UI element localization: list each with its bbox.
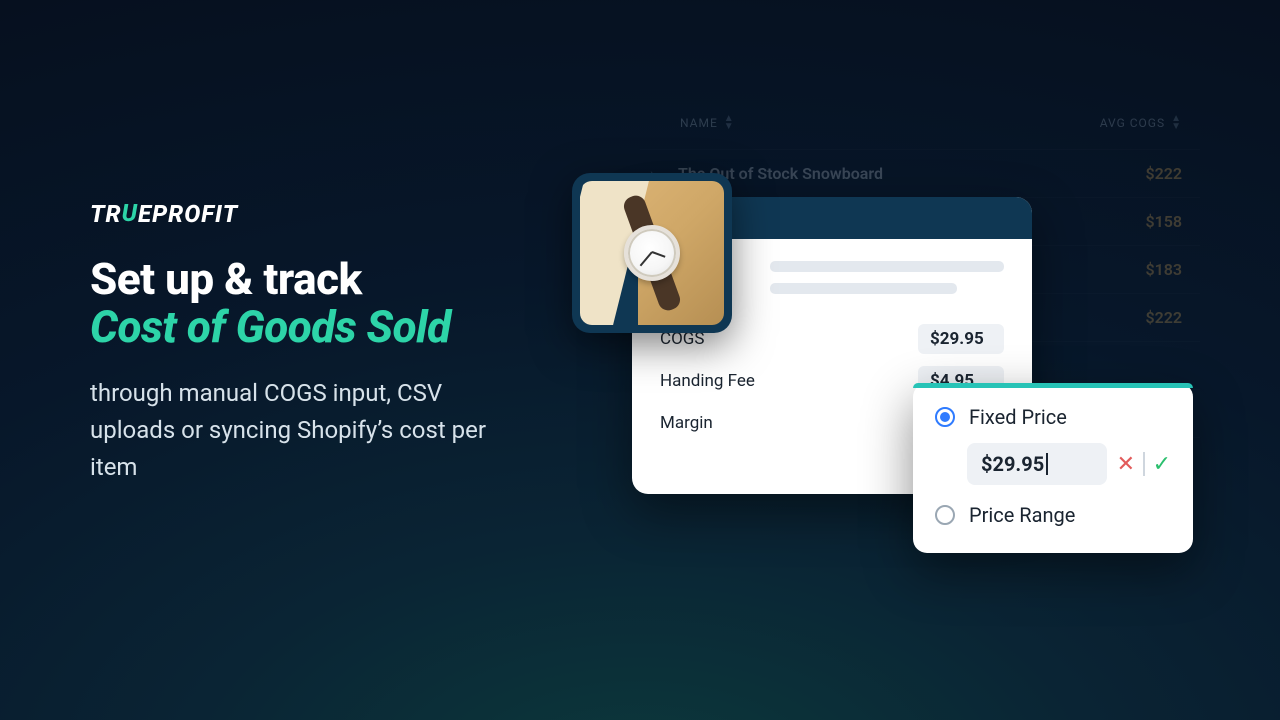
headline: Set up & track Cost of Goods Sold	[90, 256, 570, 351]
cancel-button[interactable]: ✕	[1117, 452, 1135, 477]
price-popover: Fixed Price $29.95 ✕ ✓ Price Range	[913, 383, 1193, 553]
stat-label: Handing Fee	[660, 371, 918, 391]
price-value: $29.95	[981, 452, 1044, 476]
sort-icon[interactable]: ▲▼	[724, 115, 735, 131]
price-input[interactable]: $29.95	[967, 443, 1107, 485]
brand-arrow-icon: U	[122, 199, 138, 227]
option-price-range[interactable]: Price Range	[913, 491, 1193, 539]
product-cogs: $222	[1072, 308, 1182, 327]
radio-checked-icon[interactable]	[935, 407, 955, 427]
radio-unchecked-icon[interactable]	[935, 505, 955, 525]
product-name: The Out of Stock Snowboard	[678, 164, 1072, 183]
text-caret-icon	[1046, 453, 1048, 475]
brand-logo: TRUEPROFIT	[90, 200, 570, 228]
divider	[1143, 452, 1145, 476]
product-cogs: $183	[1072, 260, 1182, 279]
option-fixed-price[interactable]: Fixed Price	[913, 393, 1193, 441]
stat-value[interactable]: $29.95	[918, 324, 1004, 354]
product-cogs: $222	[1072, 164, 1182, 183]
col-name-label[interactable]: NAME	[680, 116, 718, 130]
sort-icon[interactable]: ▲▼	[1171, 115, 1182, 131]
subcopy: through manual COGS input, CSV uploads o…	[90, 375, 510, 487]
option-label: Fixed Price	[969, 405, 1067, 429]
option-label: Price Range	[969, 503, 1075, 527]
stat-label: Margin	[660, 413, 918, 433]
col-cogs-label[interactable]: AVG COGS	[1100, 116, 1165, 130]
product-thumbnail	[572, 173, 732, 333]
skeleton-line	[770, 261, 1004, 272]
brand-post: EPROFIT	[138, 200, 238, 228]
brand-pre: TR	[90, 200, 122, 228]
skeleton-line	[770, 283, 957, 294]
product-cogs: $158	[1072, 212, 1182, 231]
headline-line2: Cost of Goods Sold	[90, 304, 570, 352]
headline-line1: Set up & track	[90, 256, 570, 304]
confirm-button[interactable]: ✓	[1153, 452, 1171, 477]
table-header: NAME ▲▼ AVG COGS ▲▼	[640, 105, 1200, 149]
